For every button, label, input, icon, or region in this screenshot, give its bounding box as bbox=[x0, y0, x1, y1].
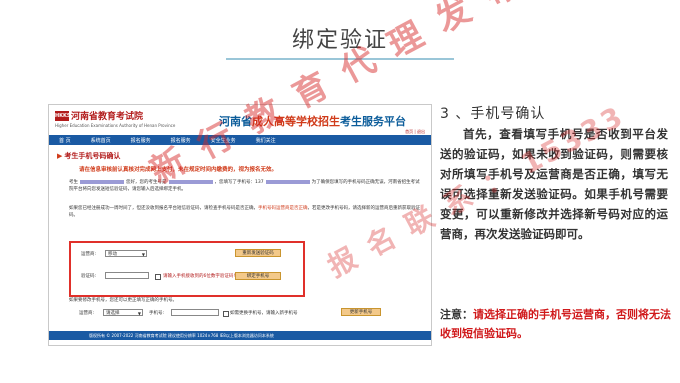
para2-red: 手机号码运营商是否正确 bbox=[258, 206, 308, 211]
title-underline bbox=[226, 58, 454, 60]
redacted-phone bbox=[265, 179, 310, 184]
change-carrier-select[interactable]: 请选择 ▼ bbox=[103, 309, 143, 316]
para1-a: 考生 bbox=[69, 180, 78, 185]
embedded-screenshot: HKKS 河南省教育考试院 Higher Education Examinati… bbox=[48, 104, 432, 346]
resend-code-button[interactable]: 重新发送验证码 bbox=[235, 249, 281, 257]
platform-title: 河南省成人高等学校招生考生服务平台 bbox=[219, 113, 406, 129]
payment-warning: 请在信息审核前认真核对完成网上支付，未在规定时间内缴费的，视为报名无效。 bbox=[79, 167, 278, 173]
update-phone-button[interactable]: 更新手机号 bbox=[341, 308, 381, 316]
nav-item-follow[interactable]: 我们关注 bbox=[246, 137, 286, 144]
exam-authority-name: 河南省教育考试院 bbox=[71, 112, 144, 122]
para2-a: 如果您已经注册成功一周时间了，但还没收到报名平台短信验证码，请检查手机号码是否正… bbox=[69, 206, 258, 211]
nav-item-signup-2[interactable]: 报名服务 bbox=[161, 137, 201, 144]
carrier-value: 移动 bbox=[108, 252, 117, 257]
code-label: 验证码: bbox=[81, 274, 97, 279]
redacted-name bbox=[80, 179, 124, 184]
nav-item-security[interactable]: 安全生业务 bbox=[201, 137, 246, 144]
change-carrier-value: 请选择 bbox=[106, 311, 120, 316]
note-label: 注意： bbox=[440, 308, 473, 321]
new-phone-label: 手机号: bbox=[149, 311, 165, 316]
carrier-label: 运营商: bbox=[81, 252, 97, 257]
section-heading: 3 、手机号确认 bbox=[440, 106, 546, 122]
chevron-down-icon: ▼ bbox=[137, 311, 141, 316]
platform-title-post: 考生服务平台 bbox=[340, 115, 406, 128]
change-hint: 如需更换手机号，请输入新手机号 bbox=[230, 311, 298, 316]
info-paragraph-1: 考生 您好，您的考生号是 ，您填写了手机号：137 为了确保您填写的手机号码正确无误，… bbox=[69, 179, 421, 193]
nav-item-home[interactable]: 首 页 bbox=[49, 137, 81, 144]
site-header: HKKS 河南省教育考试院 Higher Education Examinati… bbox=[49, 105, 431, 135]
note-text: 请选择正确的手机号运营商，否则将无法收到短信验证码。 bbox=[440, 308, 671, 340]
verification-code-input[interactable] bbox=[105, 272, 149, 279]
change-phone-text: 如果要修改手机号，您还可以更正填写正确的手机号。 bbox=[69, 298, 177, 303]
platform-title-pre: 河南省 bbox=[219, 115, 252, 128]
instruction-body: 首先，查看填写手机号是否收到平台发送的验证码，如果未收到验证码，则需要核对所填写… bbox=[440, 127, 668, 241]
para1-b: 您好，您的考生号是 bbox=[126, 180, 167, 185]
exam-authority-logo: HKKS bbox=[55, 111, 71, 121]
main-nav: 首 页 系统首页 报名服务 报名服务 安全生业务 我们关注 bbox=[49, 135, 431, 145]
new-phone-input[interactable] bbox=[171, 309, 219, 316]
slide-title: 绑定验证 bbox=[291, 28, 388, 53]
carrier-select[interactable]: 移动 ▼ bbox=[105, 250, 147, 257]
chevron-down-icon: ▼ bbox=[141, 252, 145, 257]
site-footer: 版权所有 © 2007-2022 河南省教育考试院 建议使用分辨率 1024×7… bbox=[49, 331, 431, 340]
change-carrier-label: 运营商: bbox=[79, 311, 95, 316]
note-block: 注意：请选择正确的手机号运营商，否则将无法收到短信验证码。 bbox=[440, 305, 672, 343]
card-title: ▶ 考生手机号码确认 bbox=[57, 151, 120, 161]
nav-item-system[interactable]: 系统首页 bbox=[81, 137, 121, 144]
exam-authority-english: Higher Education Examinations Authority … bbox=[55, 123, 176, 128]
card-title-text: 考生手机号码确认 bbox=[64, 152, 121, 160]
para1-c: ，您填写了手机号：137 bbox=[214, 180, 264, 185]
nav-item-signup[interactable]: 报名服务 bbox=[121, 137, 161, 144]
redacted-id bbox=[168, 179, 213, 184]
verification-highlight-box: 运营商: 移动 ▼ 重新发送验证码 验证码: 请输入手机接收到的6位数字验证码! … bbox=[69, 241, 305, 297]
info-paragraph-2: 如果您已经注册成功一周时间了，但还没收到报名平台短信验证码，请检查手机号码是否正… bbox=[69, 205, 421, 219]
platform-title-highlight: 成人高等学校招生 bbox=[252, 115, 340, 128]
change-hint-checkbox[interactable] bbox=[223, 311, 229, 317]
code-hint: 请输入手机接收到的6位数字验证码! bbox=[163, 274, 236, 279]
bind-phone-button[interactable]: 绑定手机号 bbox=[235, 272, 281, 280]
arrow-icon: ▶ bbox=[57, 152, 63, 160]
code-hint-checkbox[interactable] bbox=[155, 274, 161, 280]
